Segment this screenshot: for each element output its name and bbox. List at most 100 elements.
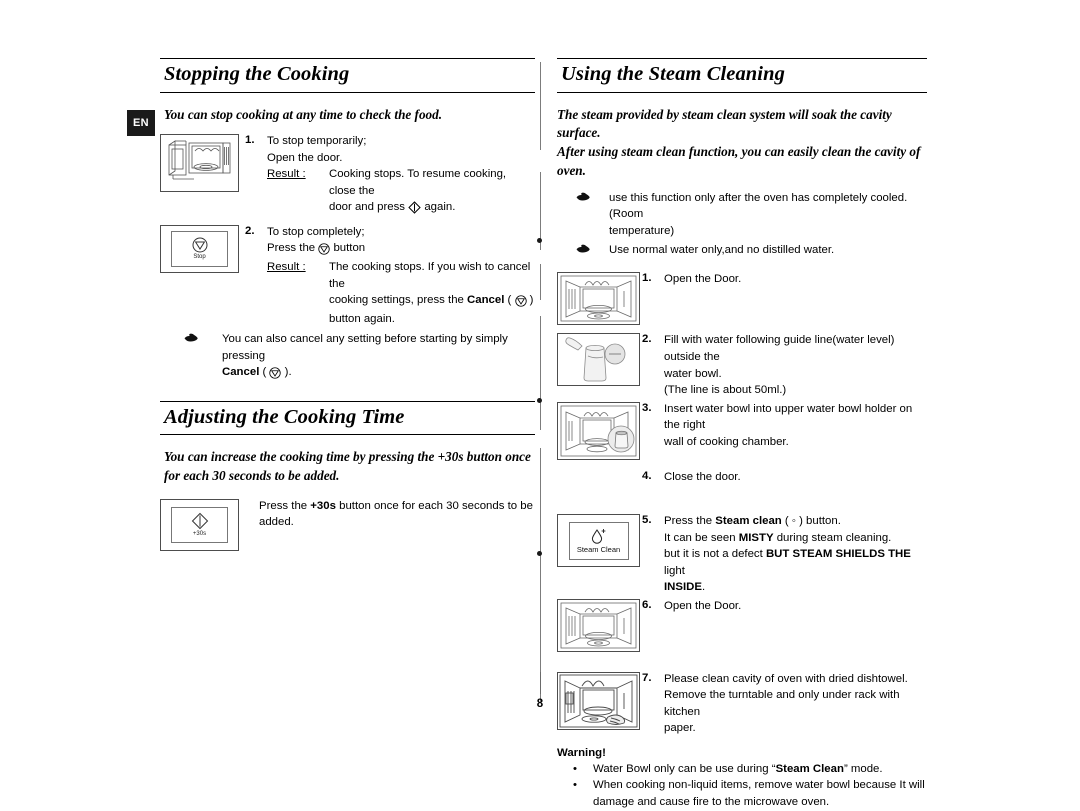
stop-button-face[interactable]: Stop bbox=[171, 230, 228, 267]
note-body: use this function only after the oven ha… bbox=[609, 190, 927, 240]
steam-clean-bold: Steam Clean bbox=[775, 762, 844, 775]
warning-line-1: When cooking non-liquid items, remove wa… bbox=[593, 779, 925, 792]
section1-intro: You can stop cooking at any time to chec… bbox=[164, 106, 443, 122]
plus-30s-button-face[interactable]: +30s bbox=[171, 506, 228, 543]
section-title: Stopping the Cooking bbox=[164, 63, 350, 85]
stop-icon bbox=[192, 237, 207, 253]
stop-button-illustration: Stop bbox=[160, 224, 239, 273]
section-heading-stopping-the-cooking: Stopping the Cooking bbox=[160, 58, 535, 93]
step-number: 4. bbox=[642, 469, 652, 482]
step-number: 2. bbox=[245, 224, 255, 237]
note-body: Use normal water only,and no distilled w… bbox=[609, 244, 835, 257]
step-line-2: Press the button bbox=[267, 240, 535, 259]
result-line-3: button again. bbox=[329, 312, 395, 325]
bullet-icon: • bbox=[573, 779, 577, 792]
t: light bbox=[664, 564, 685, 577]
step-thumbnail-cell bbox=[557, 332, 642, 391]
step-row: 3. Insert water bowl into upper water bo… bbox=[557, 401, 927, 465]
t: ” mode. bbox=[843, 762, 883, 775]
step-line-2: It can be seen MISTY during steam cleani… bbox=[664, 530, 927, 547]
steam-clean-button-face[interactable]: Steam Clean bbox=[568, 521, 629, 560]
step-body: Open the Door. bbox=[664, 599, 742, 612]
t: Press the bbox=[664, 515, 716, 528]
steam-clean-button-label: Steam Clean bbox=[576, 545, 621, 555]
step-row: 6. Open the Door. bbox=[557, 598, 927, 657]
left-column: Stopping the Cooking You can stop cookin… bbox=[160, 58, 535, 553]
language-tab-en: EN bbox=[127, 110, 155, 136]
step-number: 3. bbox=[642, 401, 652, 414]
steam-clean-button-illustration: Steam Clean bbox=[557, 514, 640, 568]
warning-text: Water Bowl only can be use during “Steam… bbox=[593, 761, 883, 778]
steam-shields-bold: BUT STEAM SHIELDS THE bbox=[765, 548, 911, 561]
step-line: To stop temporarily; bbox=[267, 135, 367, 148]
step-line-4: INSIDE. bbox=[664, 579, 927, 596]
t: but it is not a defect bbox=[664, 548, 766, 561]
note-bold: Cancel bbox=[222, 366, 260, 379]
result-label: Result : bbox=[267, 168, 306, 181]
step-line: Please clean cavity of oven with dried d… bbox=[664, 672, 908, 685]
pointing-hand-icon bbox=[160, 331, 222, 348]
steam-clean-bold: Steam clean bbox=[715, 515, 782, 528]
step-thumbnail-cell-empty bbox=[557, 469, 642, 470]
step-line-1: Press the Steam clean ( ◦ ) button. bbox=[664, 513, 927, 530]
result-line: The cooking stops. If you wish to cancel… bbox=[329, 261, 531, 290]
step-body: To stop temporarily; Open the door. Resu… bbox=[267, 133, 535, 218]
result-line: Cooking stops. To resume cooking, close … bbox=[329, 168, 507, 197]
t: Water Bowl only can be use during “ bbox=[593, 762, 776, 775]
note-line-1: use this function only after the oven ha… bbox=[609, 191, 908, 221]
warning-item: • When cooking non-liquid items, remove … bbox=[557, 777, 927, 810]
plus-30s-button-illustration: +30s bbox=[160, 498, 239, 551]
misty-bold: MISTY bbox=[738, 531, 774, 544]
step-body: Press the +30s button once for each 30 s… bbox=[259, 498, 535, 531]
step-number: 1. bbox=[642, 272, 652, 285]
divider-dot bbox=[537, 398, 542, 403]
cancel-bold: Cancel bbox=[467, 294, 505, 307]
warning-text: When cooking non-liquid items, remove wa… bbox=[593, 777, 925, 810]
divider-dot bbox=[537, 238, 542, 243]
section-heading-adjusting-the-cooking-time: Adjusting the Cooking Time bbox=[160, 400, 535, 436]
step-line-3: but it is not a defect BUT STEAM SHIELDS… bbox=[664, 546, 927, 579]
t: It can be seen bbox=[664, 531, 739, 544]
stop-button-label: Stop bbox=[193, 254, 206, 261]
intro-line-2: After using steam clean function, you ca… bbox=[557, 144, 921, 160]
step-body: Press the Steam clean ( ◦ ) button. It c… bbox=[664, 513, 927, 596]
section-title: Using the Steam Cleaning bbox=[561, 63, 785, 85]
step-thumbnail-cell bbox=[557, 271, 642, 330]
t: . bbox=[701, 581, 706, 594]
warning-item: • Water Bowl only can be use during “Ste… bbox=[557, 761, 927, 778]
right-intro: The steam provided by steam clean system… bbox=[557, 106, 927, 181]
cancel-icon bbox=[514, 294, 527, 311]
step-number: 1. bbox=[245, 134, 255, 147]
note-body: You can also cancel any setting before s… bbox=[222, 331, 535, 383]
intro-line-1: The steam provided by steam clean system… bbox=[557, 106, 892, 141]
step-text-pre: Press the bbox=[259, 499, 311, 512]
step-body: Open the Door. bbox=[664, 273, 742, 286]
divider-gap bbox=[540, 150, 541, 172]
step-row: Steam Clean 5. Press the Steam clean ( ◦… bbox=[557, 513, 927, 596]
result-text: Cooking stops. To resume cooking, close … bbox=[329, 166, 535, 218]
step-row: 1. To stop temporarily; Open the door. R… bbox=[160, 133, 535, 218]
step-body: To stop completely; Press the button Res… bbox=[267, 224, 535, 327]
divider-gap bbox=[540, 250, 541, 264]
step-line: paper. bbox=[664, 722, 696, 735]
step-body: Fill with water following guide line(wat… bbox=[664, 332, 927, 398]
t: ( ◦ ) button. bbox=[781, 515, 841, 528]
step-line: To stop completely; bbox=[267, 225, 365, 238]
step-line: (The line is about 50ml.) bbox=[664, 384, 787, 397]
step-line: water bowl. bbox=[664, 367, 722, 380]
step-row: Stop 2. To stop completely; Press the bu… bbox=[160, 224, 535, 327]
section2-intro: You can increase the cooking time by pre… bbox=[164, 448, 535, 485]
step-row: 1. Open the Door. bbox=[557, 271, 927, 330]
divider-gap bbox=[540, 430, 541, 448]
step-line: Open the door. bbox=[267, 151, 343, 164]
step-text-bold: +30s bbox=[310, 499, 336, 512]
cancel-icon bbox=[269, 366, 282, 383]
inside-bold: INSIDE bbox=[664, 581, 702, 594]
step-line: Insert water bowl into upper water bowl … bbox=[664, 402, 913, 432]
note-row: Use normal water only,and no distilled w… bbox=[557, 242, 927, 259]
result-line-2: cooking settings, press the Cancel ( ) bbox=[329, 294, 533, 307]
step-number: 2. bbox=[642, 333, 652, 346]
step-thumbnail-cell bbox=[160, 133, 245, 193]
result-text: The cooking stops. If you wish to cancel… bbox=[329, 259, 535, 327]
step-row: 4. Close the door. bbox=[557, 469, 927, 486]
